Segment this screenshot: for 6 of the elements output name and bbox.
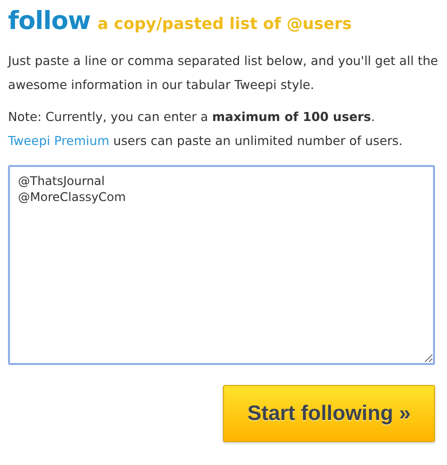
- page-title: follow: [8, 6, 90, 35]
- note-paragraph: Note: Currently, you can enter a maximum of 100 users. Tweepi Premium users can paste an unlimited number of users.: [8, 108, 404, 150]
- users-input-field[interactable]: @ThatsJournal @MoreClassyCom: [8, 165, 435, 365]
- intro-paragraph: Just paste a line or comma separated list below, and you'll get all the awesome information in our tabular Tweepi style.: [8, 52, 439, 94]
- page-subtitle: a copy/pasted list of @users: [97, 14, 352, 33]
- start-following-button[interactable]: Start following »: [223, 385, 435, 442]
